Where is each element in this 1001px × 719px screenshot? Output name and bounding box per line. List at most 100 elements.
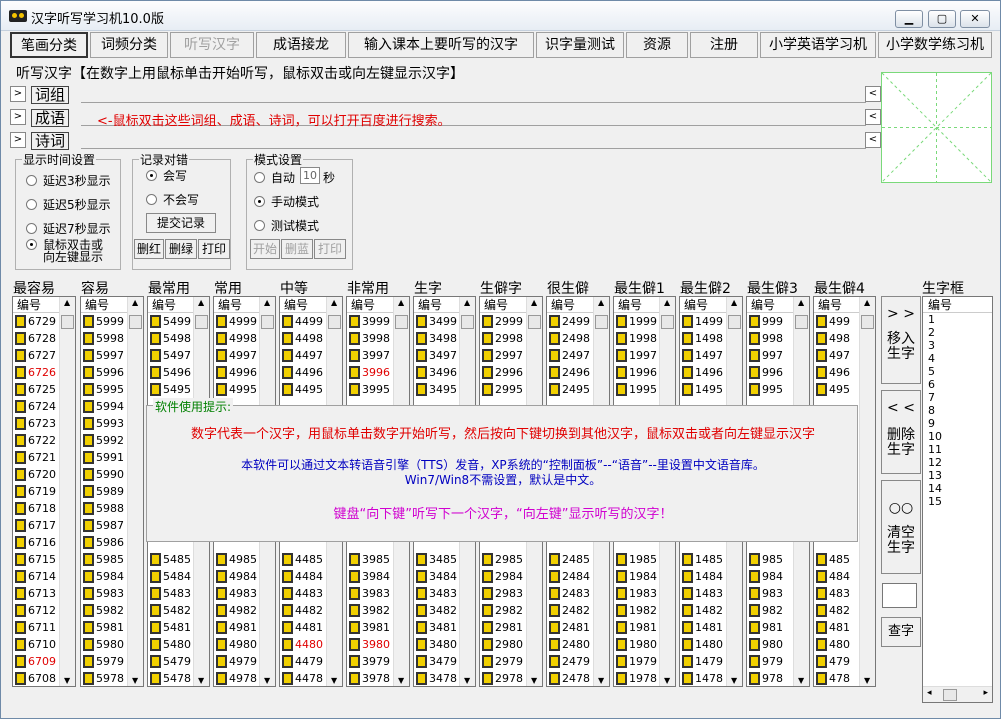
vertical-scrollbar[interactable]: ▲ ▼ bbox=[127, 297, 143, 686]
scroll-down-icon: ▼ bbox=[398, 676, 405, 685]
tab-frequency-category[interactable]: 词频分类 bbox=[90, 32, 168, 58]
scroll-thumb[interactable] bbox=[943, 689, 957, 701]
manual-mode-radio[interactable]: 手动模式 bbox=[254, 193, 319, 210]
submit-record-button[interactable]: 提交记录 bbox=[146, 213, 216, 233]
expand-words-button[interactable]: > bbox=[10, 86, 26, 102]
delay-7s-radio[interactable]: 延迟7秒显示 bbox=[26, 220, 111, 237]
lookup-input[interactable] bbox=[882, 583, 917, 608]
grid-lines bbox=[881, 72, 992, 183]
collapse-words-button[interactable]: < bbox=[865, 86, 881, 102]
tab-dictation[interactable]: 听写汉字 bbox=[170, 32, 254, 58]
new-char-number[interactable]: 14 bbox=[923, 482, 992, 495]
new-char-number[interactable]: 12 bbox=[923, 456, 992, 469]
new-char-number[interactable]: 2 bbox=[923, 326, 992, 339]
delete-blue-button[interactable]: 删蓝 bbox=[281, 239, 313, 259]
label-poems[interactable]: 诗词 bbox=[31, 132, 70, 150]
new-char-number[interactable]: 5 bbox=[923, 365, 992, 378]
speaker-icon bbox=[83, 315, 94, 328]
new-char-number[interactable]: 9 bbox=[923, 417, 992, 430]
new-char-number[interactable]: 10 bbox=[923, 430, 992, 443]
speaker-icon bbox=[549, 553, 560, 566]
print-record-button[interactable]: 打印 bbox=[198, 239, 230, 259]
column-title: 最生僻1 bbox=[614, 281, 665, 297]
horizontal-scrollbar[interactable]: ◂ ▸ bbox=[923, 686, 992, 702]
add-new-char-button[interactable]: > > 移入 生字 bbox=[881, 296, 921, 384]
delete-red-button[interactable]: 删红 bbox=[134, 239, 164, 259]
scroll-thumb[interactable] bbox=[261, 315, 274, 329]
start-button[interactable]: 开始 bbox=[250, 239, 280, 259]
speaker-icon bbox=[15, 468, 26, 481]
tab-input-textbook[interactable]: 输入课本上要听写的汉字 bbox=[348, 32, 534, 58]
tab-resources[interactable]: 资源 bbox=[626, 32, 688, 58]
scroll-thumb[interactable] bbox=[395, 315, 408, 329]
delete-green-button[interactable]: 删绿 bbox=[165, 239, 197, 259]
scroll-thumb[interactable] bbox=[461, 315, 474, 329]
scroll-thumb[interactable] bbox=[61, 315, 74, 329]
minimize-button[interactable]: ▁ bbox=[895, 10, 923, 28]
clear-new-char-button[interactable]: ○○ 清空 生字 bbox=[881, 480, 921, 574]
new-char-number[interactable]: 3 bbox=[923, 339, 992, 352]
tab-english-app[interactable]: 小学英语学习机 bbox=[760, 32, 876, 58]
scroll-thumb[interactable] bbox=[195, 315, 208, 329]
close-button[interactable]: ✕ bbox=[960, 10, 990, 28]
tab-register[interactable]: 注册 bbox=[690, 32, 758, 58]
speaker-icon bbox=[15, 434, 26, 447]
test-mode-radio[interactable]: 测试模式 bbox=[254, 217, 319, 234]
speaker-icon bbox=[282, 570, 293, 583]
scroll-thumb[interactable] bbox=[528, 315, 541, 329]
number-list[interactable]: 编号 6729 6728 6727 6726 6725 6724 6723 6722 6721 67… bbox=[12, 296, 76, 687]
delete-new-char-button[interactable]: < < 删除 生字 bbox=[881, 390, 921, 474]
new-char-number[interactable]: 6 bbox=[923, 378, 992, 391]
print-mode-button[interactable]: 打印 bbox=[314, 239, 346, 259]
speaker-icon bbox=[749, 315, 760, 328]
label-words[interactable]: 词组 bbox=[31, 86, 70, 104]
new-char-box[interactable]: 编号 1 2 3 4 5 6 7 8 9 10 11 12 13 14 15 ◂ ▸ bbox=[922, 296, 993, 703]
cannot-write-radio[interactable]: 不会写 bbox=[146, 191, 199, 208]
new-char-number[interactable]: 1 bbox=[923, 313, 992, 326]
scroll-thumb[interactable] bbox=[661, 315, 674, 329]
maximize-button[interactable]: ▢ bbox=[928, 10, 956, 28]
scroll-up-icon: ▲ bbox=[464, 298, 471, 307]
new-char-number[interactable]: 7 bbox=[923, 391, 992, 404]
tab-math-app[interactable]: 小学数学练习机 bbox=[878, 32, 992, 58]
tab-idiom-chain[interactable]: 成语接龙 bbox=[256, 32, 346, 58]
new-char-number[interactable]: 4 bbox=[923, 352, 992, 365]
auto-seconds-input[interactable]: 10 bbox=[300, 167, 320, 184]
vertical-scrollbar[interactable]: ▲ ▼ bbox=[59, 297, 75, 686]
collapse-poems-button[interactable]: < bbox=[865, 132, 881, 148]
auto-mode-radio[interactable]: 自动 bbox=[254, 169, 295, 186]
can-write-radio[interactable]: 会写 bbox=[146, 167, 187, 184]
new-char-number[interactable]: 15 bbox=[923, 495, 992, 508]
tab-stroke-category[interactable]: 笔画分类 bbox=[10, 32, 88, 58]
expand-poems-button[interactable]: > bbox=[10, 132, 26, 148]
speaker-icon bbox=[549, 655, 560, 668]
speaker-icon bbox=[549, 315, 560, 328]
vertical-scrollbar[interactable]: ▲ ▼ bbox=[859, 297, 875, 686]
new-char-number[interactable]: 13 bbox=[923, 469, 992, 482]
column-title: 生僻字 bbox=[480, 281, 522, 297]
scroll-thumb[interactable] bbox=[795, 315, 808, 329]
scroll-thumb[interactable] bbox=[728, 315, 741, 329]
speaker-icon bbox=[15, 366, 26, 379]
lookup-button[interactable]: 查字 bbox=[881, 617, 921, 647]
speaker-icon bbox=[816, 621, 827, 634]
new-char-number[interactable]: 11 bbox=[923, 443, 992, 456]
label-idioms[interactable]: 成语 bbox=[31, 109, 70, 127]
tab-literacy-test[interactable]: 识字量测试 bbox=[536, 32, 624, 58]
speaker-icon bbox=[549, 349, 560, 362]
delay-3s-radio[interactable]: 延迟3秒显示 bbox=[26, 172, 111, 189]
scroll-thumb[interactable] bbox=[129, 315, 142, 329]
title-bar: 汉字听写学习机10.0版 ▁ ▢ ✕ bbox=[1, 1, 1000, 31]
new-char-number[interactable]: 8 bbox=[923, 404, 992, 417]
scroll-thumb[interactable] bbox=[328, 315, 341, 329]
scroll-thumb[interactable] bbox=[595, 315, 608, 329]
double-click-radio[interactable]: 鼠标双击或 向左键显示 bbox=[26, 239, 103, 263]
speaker-icon bbox=[682, 349, 693, 362]
number-list[interactable]: 编号 5999 5998 5997 5996 5995 5994 5993 5992 5991 59… bbox=[80, 296, 144, 687]
scroll-thumb[interactable] bbox=[861, 315, 874, 329]
app-icon bbox=[9, 10, 27, 22]
collapse-idioms-button[interactable]: < bbox=[865, 109, 881, 125]
delay-5s-radio[interactable]: 延迟5秒显示 bbox=[26, 196, 111, 213]
expand-idioms-button[interactable]: > bbox=[10, 109, 26, 125]
speaker-icon bbox=[749, 383, 760, 396]
